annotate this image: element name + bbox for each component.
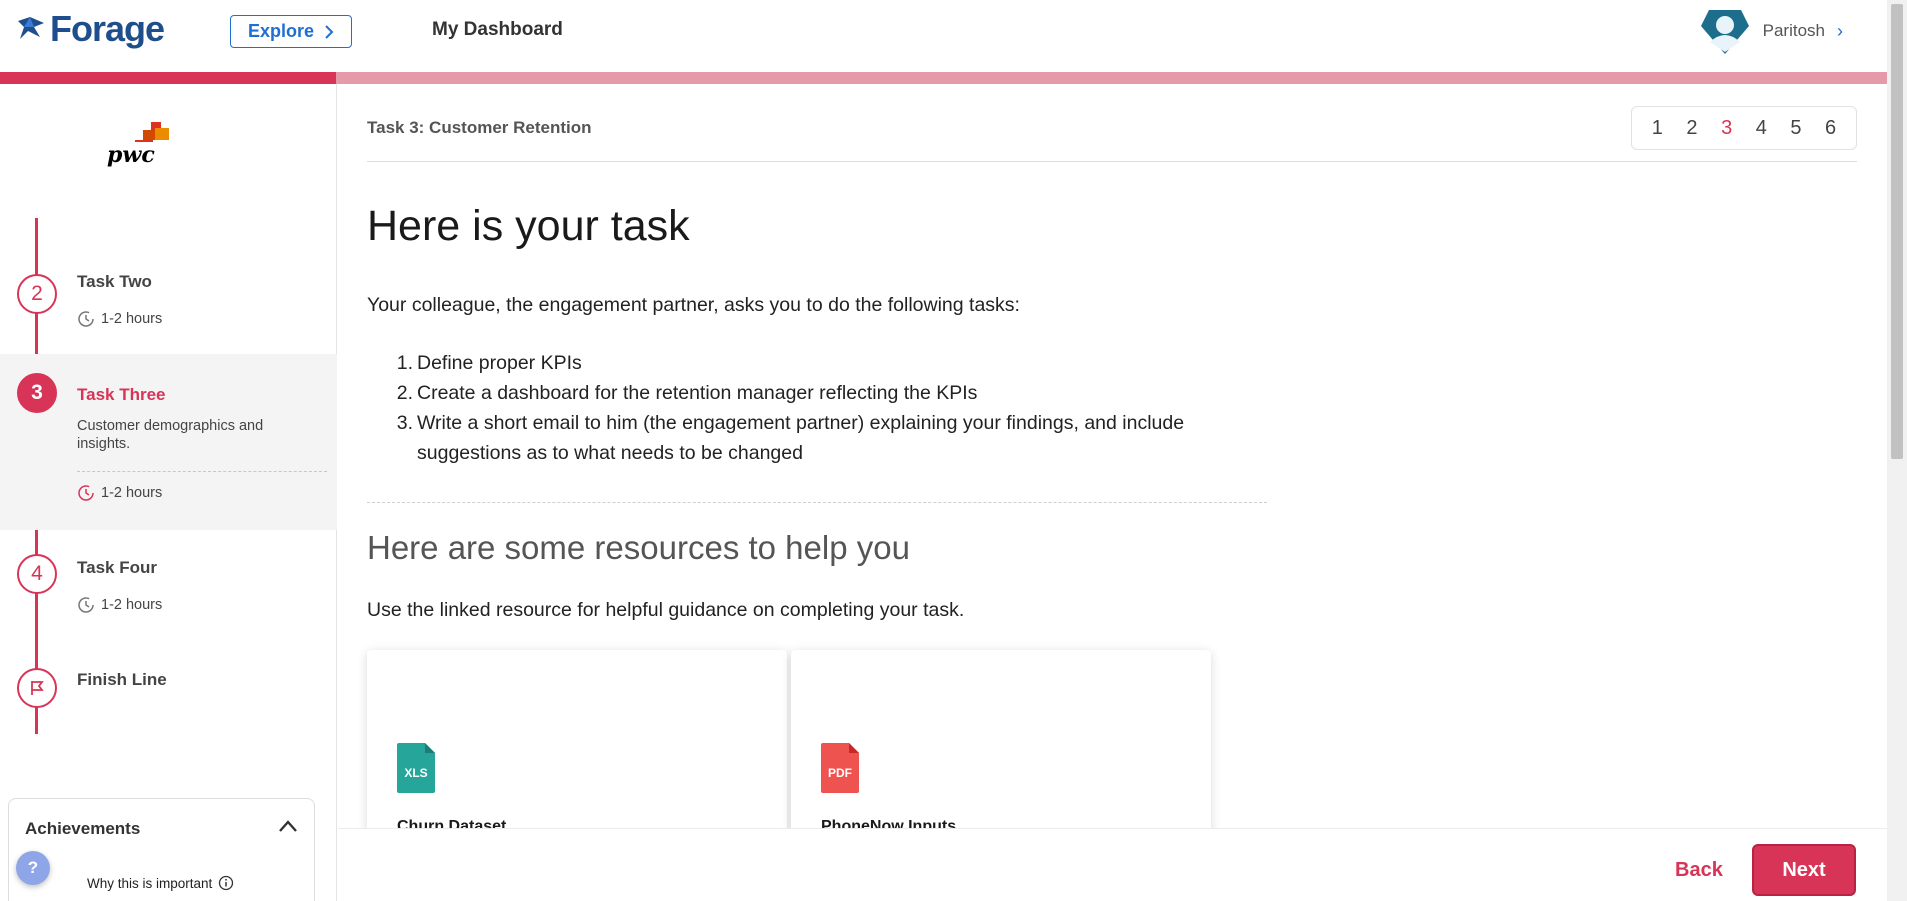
pager-item-4[interactable]: 4 xyxy=(1756,117,1767,140)
sidebar-item-task-four[interactable]: 4 Task Four 1-2 hours xyxy=(0,530,337,640)
page-scrollbar[interactable] xyxy=(1887,0,1907,901)
task-time-label: 1-2 hours xyxy=(101,597,163,613)
back-button[interactable]: Back xyxy=(1675,859,1723,882)
achievements-panel: Achievements Why this is important xyxy=(8,798,315,901)
task-duration: 1-2 hours xyxy=(77,310,162,328)
timer-icon xyxy=(78,485,94,501)
step-number: 2 xyxy=(17,274,57,314)
resources-intro: Use the linked resource for helpful guid… xyxy=(367,599,965,621)
progress-fill xyxy=(0,72,336,84)
resource-card-churn-dataset[interactable]: XLS Churn Dataset xyxy=(367,650,787,850)
explore-label: Explore xyxy=(247,21,315,41)
pdf-file-icon: PDF xyxy=(821,743,859,793)
help-button[interactable]: ? xyxy=(16,851,50,885)
resource-card-phonenow-inputs[interactable]: PDF PhoneNow Inputs xyxy=(791,650,1211,850)
pager-item-2[interactable]: 2 xyxy=(1686,117,1697,140)
sidebar-item-task-two[interactable]: 2 Task Two 1-2 hours xyxy=(0,254,337,354)
task-title: Task Two xyxy=(77,272,152,291)
avatar-icon xyxy=(1700,10,1749,54)
timer-icon xyxy=(78,597,94,613)
app-root: Forage Explore My Dashboard Paritosh › p… xyxy=(0,0,1907,901)
task-list-text: Create a dashboard for the retention man… xyxy=(417,382,978,404)
task-list: 1. Define proper KPIs 2. Create a dashboard… xyxy=(368,348,1268,468)
task-time-label: 1-2 hours xyxy=(101,485,163,501)
scrollbar-thumb[interactable] xyxy=(1891,4,1903,459)
timer-icon xyxy=(78,311,94,327)
task-duration: 1-2 hours xyxy=(77,484,162,502)
chevron-right-icon: › xyxy=(1837,20,1843,41)
sidebar-item-finish-line[interactable]: Finish Line xyxy=(0,640,337,720)
xls-file-icon: XLS xyxy=(397,743,435,793)
task-description: Customer demographics and insights. xyxy=(77,418,264,452)
task-list-number: 3. xyxy=(396,412,413,434)
pager-item-5[interactable]: 5 xyxy=(1790,117,1801,140)
info-icon xyxy=(219,875,234,891)
user-menu[interactable]: Paritosh › xyxy=(1699,6,1843,56)
chevron-up-icon[interactable] xyxy=(278,819,298,838)
task-time-label: 1-2 hours xyxy=(101,311,163,327)
top-bar: Forage Explore My Dashboard Paritosh › xyxy=(0,0,1887,72)
forage-bird-icon xyxy=(18,17,44,39)
task-title: Task Four xyxy=(77,558,157,577)
pager-item-3[interactable]: 3 xyxy=(1721,117,1732,140)
pwc-logo-text: pwc xyxy=(107,142,155,168)
why-important-label: Why this is important xyxy=(87,875,213,891)
step-number: 4 xyxy=(17,554,57,594)
my-dashboard-link[interactable]: My Dashboard xyxy=(432,19,563,41)
task-list-number: 1. xyxy=(396,352,413,374)
why-important-link[interactable]: Why this is important xyxy=(87,875,234,891)
task-intro: Your colleague, the engagement partner, … xyxy=(367,294,1020,316)
course-progress-bar xyxy=(0,72,1887,84)
task-duration: 1-2 hours xyxy=(77,596,162,614)
explore-button[interactable]: Explore xyxy=(230,15,352,48)
sidebar: pwc 2 Task Two 1-2 hours 3 Task Three Cu… xyxy=(0,84,337,901)
section-divider xyxy=(367,502,1267,503)
task-list-text: Define proper KPIs xyxy=(417,352,582,374)
header-divider xyxy=(367,161,1857,162)
pager-item-6[interactable]: 6 xyxy=(1825,117,1836,140)
task-list-item: 2. Create a dashboard for the retention m… xyxy=(368,378,1268,408)
company-logo: pwc xyxy=(105,118,175,168)
task-list-item: 3. Write a short email to him (the engage… xyxy=(368,408,1268,468)
task-list-number: 2. xyxy=(396,382,413,404)
user-name: Paritosh xyxy=(1762,21,1825,40)
flag-icon xyxy=(31,681,44,695)
achievements-title: Achievements xyxy=(25,819,141,838)
main-content: Task 3: Customer Retention 12 3 45 6 Here i… xyxy=(338,84,1887,901)
task-header: Task 3: Customer Retention xyxy=(367,118,592,137)
footer-nav: Back Next xyxy=(338,828,1887,901)
pager-item-1[interactable]: 1 xyxy=(1652,117,1663,140)
forage-logo[interactable]: Forage xyxy=(16,8,165,50)
logo-text: Forage xyxy=(50,8,165,49)
task-list-item: 1. Define proper KPIs xyxy=(368,348,1268,378)
page-title: Here is your task xyxy=(367,202,690,250)
chevron-right-icon xyxy=(325,24,334,39)
resources-heading: Here are some resources to help you xyxy=(367,529,910,566)
task-pager: 12 3 45 6 xyxy=(1631,106,1857,150)
sidebar-item-task-three[interactable]: 3 Task Three Customer demographics and i… xyxy=(0,354,337,530)
task-list-text: Write a short email to him (the engageme… xyxy=(417,412,1185,464)
task-title: Task Three xyxy=(77,385,166,404)
next-button[interactable]: Next xyxy=(1752,844,1856,896)
flag-icon-circle xyxy=(17,668,57,708)
xls-type-label: XLS xyxy=(404,766,427,780)
task-divider xyxy=(77,471,327,472)
step-number: 3 xyxy=(17,373,57,413)
task-title: Finish Line xyxy=(77,670,167,689)
pdf-type-label: PDF xyxy=(828,766,852,780)
